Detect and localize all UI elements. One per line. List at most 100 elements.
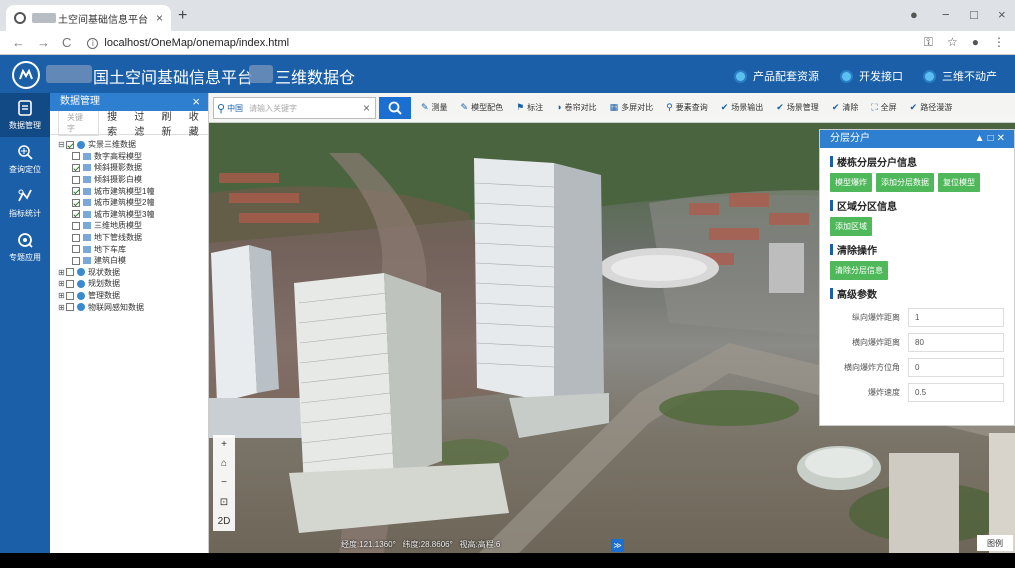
tree-node[interactable]: 城市建筑模型3幢 bbox=[58, 209, 208, 221]
tool-icon: ✔ bbox=[720, 102, 729, 112]
place-search[interactable]: ⚲ 中国 请输入关键字 × bbox=[213, 97, 376, 119]
maximize-icon[interactable]: □ bbox=[988, 133, 997, 144]
profile-icon[interactable]: ● bbox=[910, 7, 918, 22]
reset-model-button[interactable]: 复位模型 bbox=[938, 173, 980, 192]
tree-node[interactable]: 建筑白模 bbox=[58, 255, 208, 267]
layer-checkbox[interactable] bbox=[72, 187, 80, 196]
window-close-button[interactable]: × bbox=[998, 7, 1006, 22]
legend-button[interactable]: 图例 bbox=[977, 535, 1013, 551]
expand-toggle-icon[interactable]: ⊞ bbox=[58, 279, 65, 288]
rail-thematic[interactable]: 专题应用 bbox=[0, 225, 50, 269]
search-button[interactable] bbox=[379, 97, 411, 119]
compass-button[interactable]: ⊡ bbox=[220, 497, 228, 508]
layer-checkbox[interactable] bbox=[66, 140, 74, 149]
tree-node[interactable]: 地下车库 bbox=[58, 243, 208, 255]
rail-statistics[interactable]: 指标统计 bbox=[0, 181, 50, 225]
map-tool-button[interactable]: ⚲ 要素查询 bbox=[666, 102, 708, 113]
expand-chevron-icon[interactable]: ≫ bbox=[611, 539, 624, 552]
map-tool-button[interactable]: ✔ 场景管理 bbox=[776, 102, 819, 113]
map-tool-button[interactable]: ▦ 多屏对比 bbox=[610, 102, 654, 113]
clear-division-button[interactable]: 清除分层信息 bbox=[830, 261, 888, 280]
model-explode-button[interactable]: 模型爆炸 bbox=[830, 173, 872, 192]
nav-api[interactable]: 开发接口 bbox=[842, 68, 903, 84]
star-icon[interactable]: ☆ bbox=[947, 35, 958, 50]
map-tool-button[interactable]: ✎ 模型配色 bbox=[461, 102, 504, 113]
param-input[interactable]: 1 bbox=[908, 308, 1004, 327]
panel-close-icon[interactable]: × bbox=[192, 93, 200, 111]
map-tool-button[interactable]: ⚑ 标注 bbox=[516, 102, 543, 113]
param-input[interactable]: 0 bbox=[908, 358, 1004, 377]
nav-3d-realty[interactable]: 三维不动产 bbox=[925, 68, 997, 84]
layer-checkbox[interactable] bbox=[66, 279, 74, 288]
search-input[interactable]: 请输入关键字 bbox=[249, 103, 363, 114]
maximize-button[interactable]: □ bbox=[970, 7, 978, 22]
back-button[interactable]: ← bbox=[12, 35, 25, 50]
keyword-input[interactable]: 关键字 bbox=[58, 109, 100, 136]
layer-checkbox[interactable] bbox=[72, 233, 80, 242]
zoom-in-button[interactable]: + bbox=[221, 439, 227, 450]
layer-checkbox[interactable] bbox=[72, 198, 80, 207]
rail-data-management[interactable]: 数据管理 bbox=[0, 93, 50, 137]
zoom-out-button[interactable]: − bbox=[221, 477, 227, 488]
expand-toggle-icon[interactable]: ⊟ bbox=[58, 140, 65, 149]
favorite-tab[interactable]: 收藏 bbox=[189, 108, 208, 138]
tree-node[interactable]: 倾斜摄影数据 bbox=[58, 162, 208, 174]
tree-node[interactable]: 数字高程模型 bbox=[58, 151, 208, 163]
map-tool-button[interactable]: ✔ 路径漫游 bbox=[910, 102, 953, 113]
menu-icon[interactable]: ⋮ bbox=[993, 35, 1005, 50]
map-tool-button[interactable]: ⛶ 全屏 bbox=[871, 102, 896, 113]
toggle-2d-button[interactable]: 2D bbox=[218, 516, 231, 527]
tree-node[interactable]: 城市建筑模型2幢 bbox=[58, 197, 208, 209]
layer-checkbox[interactable] bbox=[72, 245, 80, 254]
home-button[interactable]: ⌂ bbox=[221, 458, 227, 469]
key-icon[interactable]: ⚿ bbox=[924, 35, 933, 50]
tree-node[interactable]: ⊞ 管理数据 bbox=[58, 290, 208, 302]
layer-checkbox[interactable] bbox=[72, 221, 80, 230]
collapse-icon[interactable]: ▲ bbox=[975, 133, 988, 144]
tree-node[interactable]: 倾斜摄影白模 bbox=[58, 174, 208, 186]
tree-node-label: 现状数据 bbox=[88, 267, 120, 277]
map-tool-button[interactable]: ✔ 场景输出 bbox=[721, 102, 764, 113]
map-tool-button[interactable]: ◑ 卷帘对比 bbox=[556, 102, 596, 113]
layer-checkbox[interactable] bbox=[72, 175, 80, 184]
minimize-button[interactable]: − bbox=[942, 7, 950, 22]
close-icon[interactable]: ✕ bbox=[997, 133, 1008, 144]
layer-checkbox[interactable] bbox=[72, 256, 80, 265]
layer-checkbox[interactable] bbox=[66, 268, 74, 277]
city-selector[interactable]: 中国 bbox=[227, 103, 243, 114]
tree-node[interactable]: ⊞ 规划数据 bbox=[58, 278, 208, 290]
tree-node[interactable]: ⊞ 现状数据 bbox=[58, 267, 208, 279]
forward-button[interactable]: → bbox=[37, 35, 50, 50]
map-tool-button[interactable]: ✎ 测量 bbox=[421, 102, 448, 113]
account-icon[interactable]: ● bbox=[972, 35, 979, 50]
tab-close-icon[interactable]: × bbox=[156, 11, 163, 25]
tree-node[interactable]: 三维地质模型 bbox=[58, 220, 208, 232]
layer-checkbox[interactable] bbox=[66, 303, 74, 312]
nav-resources[interactable]: 产品配套资源 bbox=[736, 68, 819, 84]
tree-node[interactable]: 地下管线数据 bbox=[58, 232, 208, 244]
search-clear-icon[interactable]: × bbox=[363, 101, 370, 115]
add-division-data-button[interactable]: 添加分层数据 bbox=[876, 173, 934, 192]
param-input[interactable]: 80 bbox=[908, 333, 1004, 352]
layer-checkbox[interactable] bbox=[72, 163, 80, 172]
tree-node[interactable]: ⊟ 实景三维数据 bbox=[58, 139, 208, 151]
reload-button[interactable]: C bbox=[62, 35, 71, 50]
param-input[interactable]: 0.5 bbox=[908, 383, 1004, 402]
add-region-button[interactable]: 添加区域 bbox=[830, 217, 872, 236]
rail-query-locate[interactable]: 查询定位 bbox=[0, 137, 50, 181]
layer-checkbox[interactable] bbox=[72, 210, 80, 219]
url-field[interactable]: i localhost/OneMap/onemap/index.html bbox=[87, 37, 289, 49]
expand-toggle-icon[interactable]: ⊞ bbox=[58, 303, 65, 312]
refresh-tab[interactable]: 刷新 bbox=[162, 108, 181, 138]
search-tab[interactable]: 搜索 bbox=[107, 108, 126, 138]
expand-toggle-icon[interactable]: ⊞ bbox=[58, 268, 65, 277]
layer-checkbox[interactable] bbox=[66, 291, 74, 300]
map-tool-button[interactable]: ✔ 清除 bbox=[832, 102, 859, 113]
browser-tab[interactable]: 土空间基础信息平台 × bbox=[6, 5, 171, 31]
tree-node[interactable]: ⊞ 物联网感知数据 bbox=[58, 301, 208, 313]
new-tab-button[interactable]: + bbox=[178, 7, 187, 25]
expand-toggle-icon[interactable]: ⊞ bbox=[58, 291, 65, 300]
tree-node[interactable]: 城市建筑模型1幢 bbox=[58, 185, 208, 197]
filter-tab[interactable]: 过滤 bbox=[134, 108, 153, 138]
layer-checkbox[interactable] bbox=[72, 152, 80, 161]
